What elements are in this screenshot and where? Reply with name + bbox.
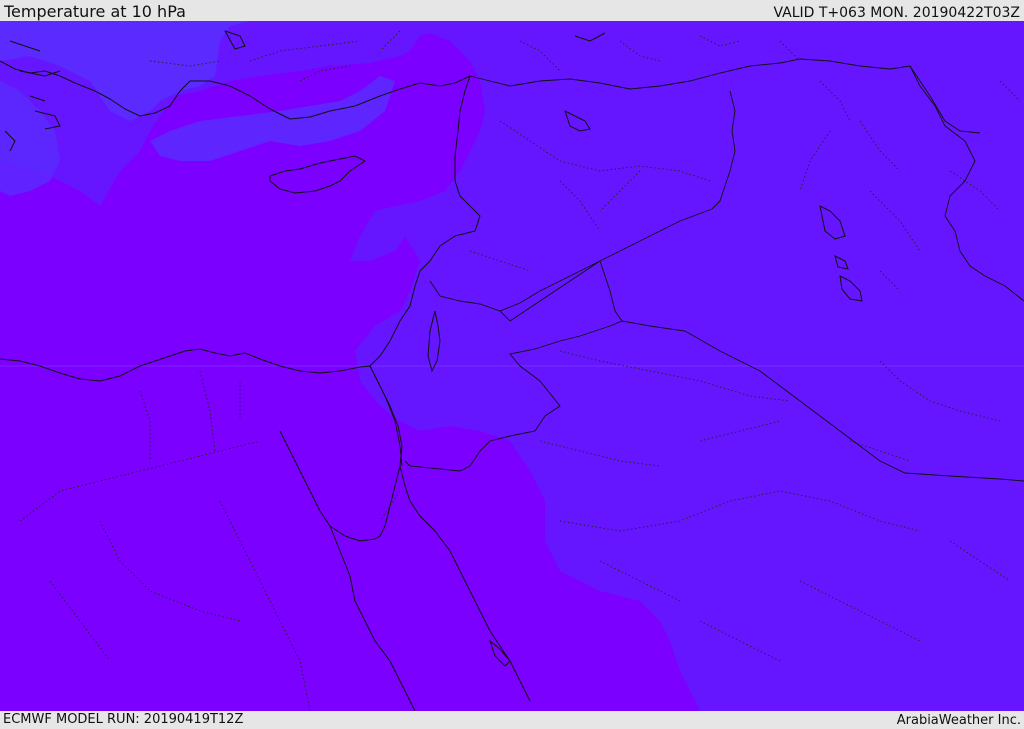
model-run-label: ECMWF MODEL RUN: 20190419T12Z (3, 712, 244, 727)
valid-time: VALID T+063 MON. 20190422T03Z (773, 5, 1020, 21)
credit-label: ArabiaWeather Inc. (896, 713, 1021, 728)
temperature-map (0, 21, 1024, 711)
header-bar: Temperature at 10 hPa VALID T+063 MON. 2… (0, 0, 1024, 21)
map-canvas[interactable] (0, 21, 1024, 711)
footer-bar: ECMWF MODEL RUN: 20190419T12Z ArabiaWeat… (0, 711, 1024, 729)
map-title: Temperature at 10 hPa (4, 2, 186, 21)
